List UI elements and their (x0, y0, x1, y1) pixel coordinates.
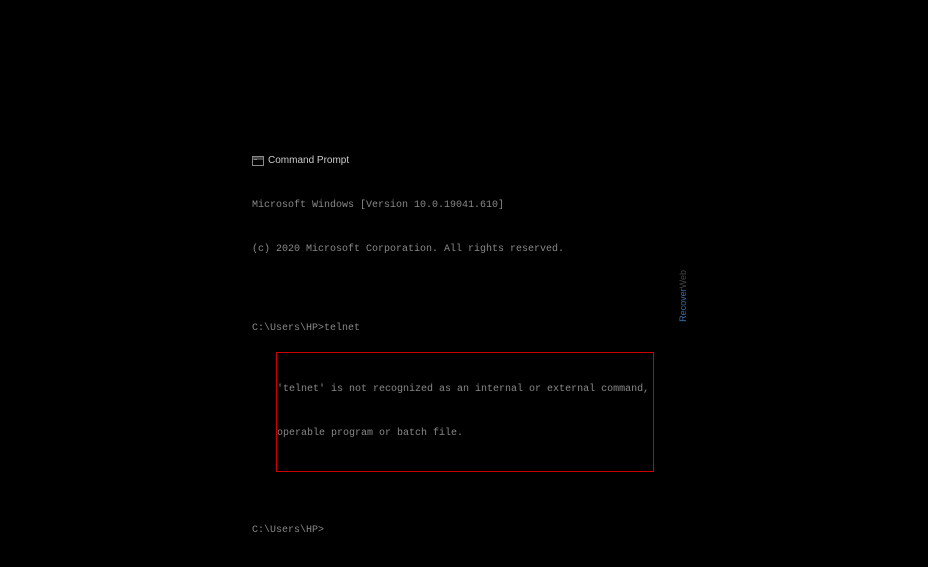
error-line-1: 'telnet' is not recognized as an interna… (277, 383, 649, 398)
watermark: RecoverWeb (678, 270, 688, 322)
watermark-part1: Recover (678, 288, 688, 322)
watermark-part2: Web (678, 270, 688, 288)
window-title-bar: Command Prompt (252, 155, 654, 166)
version-line: Microsoft Windows [Version 10.0.19041.61… (252, 199, 654, 214)
error-line-2: operable program or batch file. (277, 427, 649, 442)
cmd-icon (252, 156, 264, 166)
prompt-line-2[interactable]: C:\Users\HP> (252, 524, 654, 539)
prompt-path-2: C:\Users\HP> (252, 525, 324, 536)
prompt-command: telnet (324, 323, 360, 334)
command-prompt-window[interactable]: Command Prompt Microsoft Windows [Versio… (252, 155, 654, 567)
window-title: Command Prompt (268, 155, 349, 166)
prompt-line-1: C:\Users\HP>telnet (252, 322, 654, 337)
terminal-output[interactable]: Microsoft Windows [Version 10.0.19041.61… (252, 170, 654, 567)
copyright-line: (c) 2020 Microsoft Corporation. All righ… (252, 243, 654, 258)
error-highlight-box: 'telnet' is not recognized as an interna… (276, 352, 654, 472)
prompt-path: C:\Users\HP> (252, 323, 324, 334)
